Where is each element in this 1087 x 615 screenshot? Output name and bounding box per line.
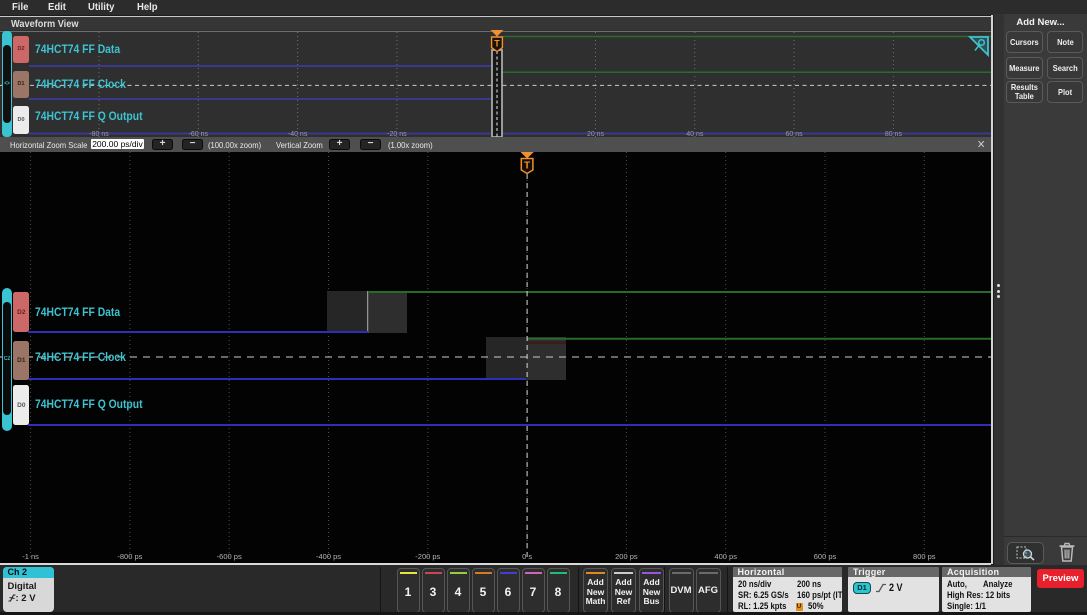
svg-text:400 ps: 400 ps <box>714 552 737 561</box>
svg-text:-1 ns: -1 ns <box>22 552 39 561</box>
svg-text:800 ps: 800 ps <box>913 552 936 561</box>
svg-text:T: T <box>524 161 530 172</box>
svg-text:-400 ps: -400 ps <box>316 552 341 561</box>
svg-text:-200 ps: -200 ps <box>415 552 440 561</box>
svg-text:0 s: 0 s <box>522 552 532 561</box>
svg-text:200 ps: 200 ps <box>615 552 638 561</box>
svg-text:600 ps: 600 ps <box>814 552 837 561</box>
svg-text:-600 ps: -600 ps <box>217 552 242 561</box>
svg-text:-800 ps: -800 ps <box>117 552 142 561</box>
svg-text:T: T <box>494 39 500 49</box>
